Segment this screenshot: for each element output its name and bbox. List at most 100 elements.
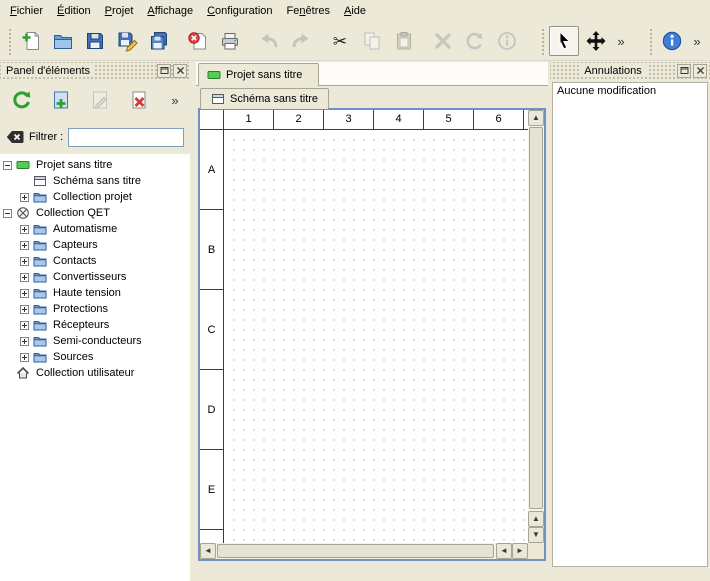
- tree-item-label: Convertisseurs: [51, 271, 128, 283]
- elements-panel-titlebar[interactable]: Panel d'éléments: [0, 62, 190, 79]
- scroll-up-icon[interactable]: ▲: [528, 110, 544, 126]
- close-document-button[interactable]: [183, 26, 213, 56]
- toolbar-grip[interactable]: [540, 27, 545, 55]
- menu-aide[interactable]: Aide: [337, 2, 373, 20]
- expand-icon[interactable]: [20, 241, 29, 250]
- scroll-down-icon[interactable]: ▼: [528, 527, 544, 543]
- rotate-icon: [464, 30, 486, 52]
- ruler-row-b: B: [200, 210, 223, 290]
- reload-collections-button[interactable]: [7, 85, 37, 115]
- tree-item-collection-utilisateur[interactable]: Collection utilisateur: [0, 365, 190, 381]
- expand-icon[interactable]: [20, 273, 29, 282]
- expand-icon[interactable]: [20, 193, 29, 202]
- folder-icon: [33, 286, 47, 300]
- folder-icon: [33, 222, 47, 236]
- folder-icon: [33, 350, 47, 364]
- panel-overflow-button[interactable]: »: [167, 85, 183, 115]
- tree-item-schema-sans-titre[interactable]: Schéma sans titre: [0, 173, 190, 189]
- menu-fenetres[interactable]: Fenêtres: [280, 2, 337, 20]
- print-button[interactable]: [215, 26, 245, 56]
- expand-icon[interactable]: [20, 305, 29, 314]
- menu-affichage[interactable]: Affichage: [140, 2, 200, 20]
- tree-item-projet-sans-titre[interactable]: Projet sans titre: [0, 157, 190, 173]
- dock-float-button[interactable]: [677, 64, 691, 78]
- menu-fichier[interactable]: Fichier: [3, 2, 50, 20]
- tree-item-collection-projet[interactable]: Collection projet: [0, 189, 190, 205]
- help-overflow-button[interactable]: »: [689, 26, 705, 56]
- toolbar-grip[interactable]: [7, 27, 12, 55]
- chevron-icon: »: [693, 35, 700, 48]
- menu-configuration[interactable]: Configuration: [200, 2, 279, 20]
- tree-item-semi-conducteurs[interactable]: Semi-conducteurs: [0, 333, 190, 349]
- float-icon: [160, 66, 169, 75]
- tree-item-sources[interactable]: Sources: [0, 349, 190, 365]
- vscroll-thumb[interactable]: [529, 127, 543, 509]
- folder-icon: [33, 318, 47, 332]
- project-window: Schéma sans titre 123456 ABCDE ▲ ▲ ▼ ◄ ◄…: [196, 86, 548, 581]
- collapse-icon[interactable]: [3, 209, 12, 218]
- dock-float-button[interactable]: [157, 64, 171, 78]
- scroll-left-alt-icon[interactable]: ◄: [496, 543, 512, 559]
- hscroll-thumb[interactable]: [217, 544, 494, 558]
- tab-project[interactable]: Projet sans titre: [198, 63, 319, 86]
- delete-button: [428, 26, 458, 56]
- open-document-button[interactable]: [48, 26, 78, 56]
- horizontal-scrollbar[interactable]: ◄ ◄ ►: [200, 543, 528, 559]
- scroll-up-alt-icon[interactable]: ▲: [528, 511, 544, 527]
- scroll-left-icon[interactable]: ◄: [200, 543, 216, 559]
- new-element-button[interactable]: [46, 85, 76, 115]
- tree-item-label: Haute tension: [51, 287, 123, 299]
- tree-item-haute-tension[interactable]: Haute tension: [0, 285, 190, 301]
- expand-icon[interactable]: [20, 321, 29, 330]
- new-document-button[interactable]: [16, 26, 46, 56]
- row-ruler: ABCDE: [200, 130, 224, 543]
- filter-input[interactable]: [68, 128, 184, 147]
- dock-close-button[interactable]: [693, 64, 707, 78]
- select-mode-button[interactable]: [549, 26, 579, 56]
- collapse-icon[interactable]: [3, 161, 12, 170]
- menu-edition[interactable]: Édition: [50, 2, 98, 20]
- tree-item-label: Projet sans titre: [34, 159, 114, 171]
- tree-item-collection-qet[interactable]: Collection QET: [0, 205, 190, 221]
- save-as-button[interactable]: [112, 26, 142, 56]
- toolbar-grip[interactable]: [648, 27, 653, 55]
- delete-element-button[interactable]: [124, 85, 154, 115]
- expand-icon[interactable]: [20, 289, 29, 298]
- tree-item-convertisseurs[interactable]: Convertisseurs: [0, 269, 190, 285]
- tab-diagram[interactable]: Schéma sans titre: [200, 88, 329, 109]
- save-button[interactable]: [80, 26, 110, 56]
- expand-icon[interactable]: [20, 225, 29, 234]
- folder-open-icon: [52, 30, 74, 52]
- tools-overflow-button[interactable]: »: [613, 26, 629, 56]
- menu-projet[interactable]: Projet: [98, 2, 141, 20]
- ruler-corner: [200, 110, 224, 130]
- ruler-row-e: E: [200, 450, 223, 530]
- diagram-canvas[interactable]: [225, 131, 528, 543]
- element-delete-icon: [128, 89, 150, 111]
- pan-mode-button[interactable]: [581, 26, 611, 56]
- tree-item-capteurs[interactable]: Capteurs: [0, 237, 190, 253]
- save-all-button[interactable]: [144, 26, 174, 56]
- dock-close-button[interactable]: [173, 64, 187, 78]
- cut-button[interactable]: ✂: [325, 26, 355, 56]
- tree-item-recepteurs[interactable]: Récepteurs: [0, 317, 190, 333]
- tree-item-automatisme[interactable]: Automatisme: [0, 221, 190, 237]
- vertical-scrollbar[interactable]: ▲ ▲ ▼: [528, 110, 544, 543]
- project-tab-bar: Projet sans titre: [196, 62, 548, 86]
- expand-icon[interactable]: [20, 337, 29, 346]
- undo-panel-titlebar[interactable]: Annulations: [550, 62, 710, 79]
- undo-list-item[interactable]: Aucune modification: [553, 83, 707, 99]
- tree-item-contacts[interactable]: Contacts: [0, 253, 190, 269]
- qelectrotech-window: { "colors": { "window_bg": "#ece9d8", "f…: [0, 0, 710, 581]
- about-button[interactable]: [657, 26, 687, 56]
- clear-filter-icon[interactable]: [6, 128, 24, 146]
- expand-icon[interactable]: [20, 257, 29, 266]
- scroll-right-icon[interactable]: ►: [512, 543, 528, 559]
- home-icon: [16, 366, 30, 380]
- close-icon: [696, 66, 705, 75]
- tree-item-label: Sources: [51, 351, 95, 363]
- chevron-icon: »: [171, 94, 178, 107]
- toolbar-group-doc: [182, 26, 246, 56]
- tree-item-protections[interactable]: Protections: [0, 301, 190, 317]
- expand-icon[interactable]: [20, 353, 29, 362]
